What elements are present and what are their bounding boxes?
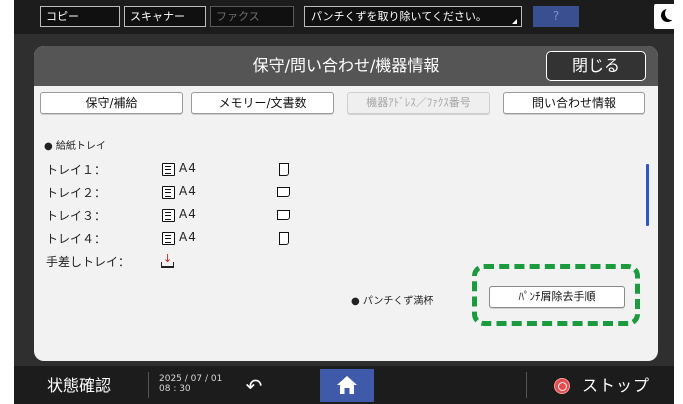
home-icon [337,376,357,394]
datetime: 2025 / 07 / 01 08 : 30 [159,374,222,394]
time: 08 : 30 [159,384,191,394]
paper-size: A4 [179,207,197,221]
date: 2025 / 07 / 01 [159,374,223,384]
paper-stack-icon [162,232,175,245]
tab-scanner[interactable]: スキャナー [124,6,206,27]
tray-label: トレイ３： [46,209,107,223]
energy-saver-button[interactable] [654,4,674,29]
portrait-orientation-icon [279,163,289,176]
bypass-tray-empty-icon: ↓ [160,253,176,269]
landscape-orientation-icon [277,210,290,220]
paper-stack-icon [162,186,175,199]
paper-size: A4 [179,230,197,244]
expand-corner-icon [512,19,517,24]
tab-fax: ファクス [210,6,294,27]
stop-label: ストップ [582,376,651,395]
scrollbar[interactable] [646,164,649,226]
bottom-bar: 状態確認 2025 / 07 / 01 08 : 30 ↶ ストップ [14,366,674,404]
tab-memory-documents[interactable]: メモリー/文書数 [191,92,334,114]
divider [148,372,149,398]
dialog-header: 保守/問い合わせ/機器情報 閉じる [34,46,658,86]
status-check-button[interactable]: 状態確認 [14,371,144,401]
paper-size: A4 [179,161,197,175]
tab-maintenance-supply[interactable]: 保守/補給 [40,92,183,114]
close-button[interactable]: 閉じる [546,51,646,81]
back-icon: ↶ [245,374,263,398]
status-message-text: パンチくずを取り除いてください。 [311,10,487,23]
punch-waste-removal-button[interactable]: ﾊﾟﾝﾁ屑除去手順 [489,286,625,308]
moon-icon [661,7,674,22]
punch-waste-full-status: ● パンチくず満杯 [351,296,434,307]
maintenance-info-dialog: 保守/問い合わせ/機器情報 閉じる 保守/補給 メモリー/文書数 機器ｱﾄﾞﾚｽ… [34,46,658,361]
tray-label: トレイ１： [46,163,107,177]
tab-machine-address: 機器ｱﾄﾞﾚｽ／ﾌｧｸｽ番号 [347,92,490,114]
tray-label: 手差しトレイ： [46,255,131,269]
top-bar: コピー スキャナー ファクス パンチくずを取り除いてください。 ? [14,0,674,34]
paper-size: A4 [179,184,197,198]
section-title: ● 給紙トレイ [44,141,106,152]
back-button[interactable]: ↶ [229,371,279,401]
tab-inquiry-info[interactable]: 問い合わせ情報 [503,92,645,114]
operation-panel-screen: コピー スキャナー ファクス パンチくずを取り除いてください。 ? 保守/問い合… [14,0,674,404]
tab-copy[interactable]: コピー [40,6,120,27]
status-message[interactable]: パンチくずを取り除いてください。 [304,6,522,27]
help-button[interactable]: ? [533,6,579,27]
tray-label: トレイ４： [46,232,107,246]
stop-icon [554,378,570,394]
tray-label: トレイ２： [46,186,107,200]
stop-button[interactable]: ストップ [526,369,674,402]
portrait-orientation-icon [279,232,289,245]
landscape-orientation-icon [277,187,290,197]
home-button[interactable] [320,369,374,402]
paper-stack-icon [162,163,175,176]
paper-stack-icon [162,209,175,222]
